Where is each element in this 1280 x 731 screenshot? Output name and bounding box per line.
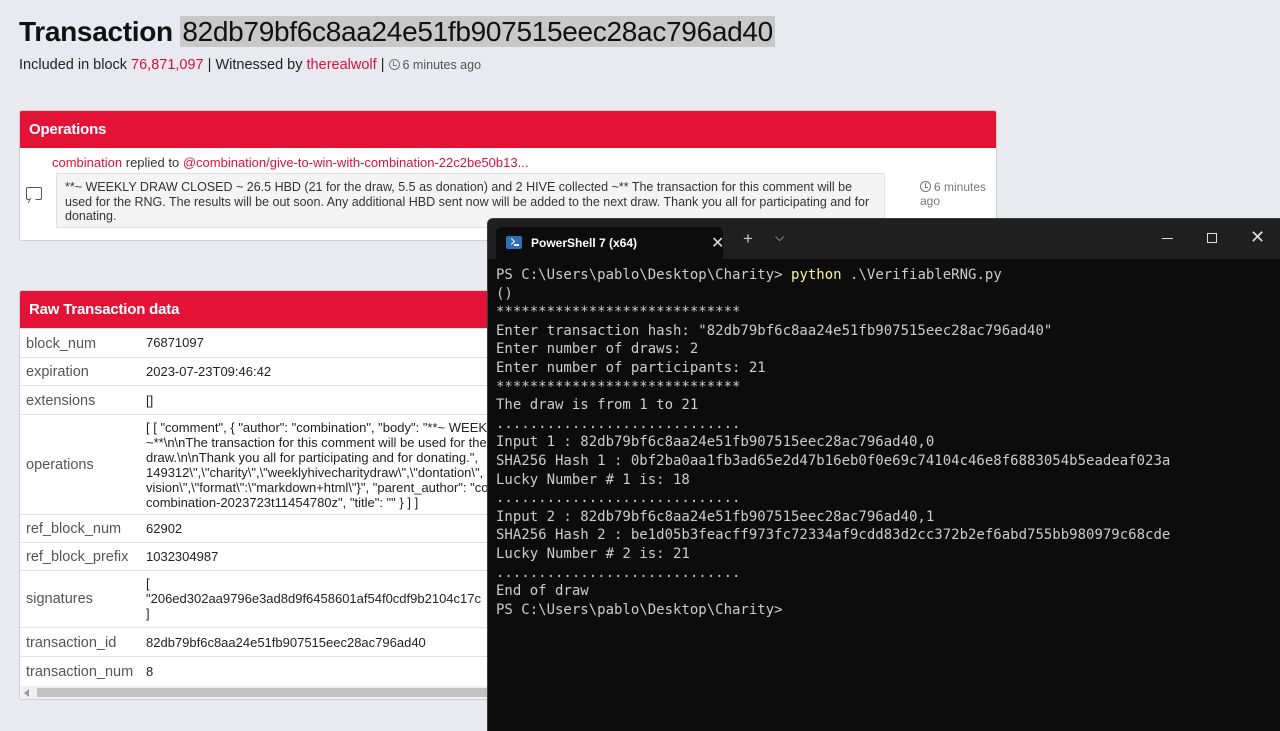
- raw-key: expiration: [26, 364, 89, 380]
- raw-value: [ [ "comment", { "author": "combination"…: [146, 420, 545, 435]
- terminal-output[interactable]: PS C:\Users\pablo\Desktop\Charity> pytho…: [496, 266, 1170, 619]
- operation-summary: combination replied to @combination/give…: [52, 155, 528, 170]
- operation-time-line1: 6 minutes: [934, 180, 987, 194]
- output-line: SHA256 Hash 1 : 0bf2ba0aa1fb3ad65e2d47b1…: [496, 452, 1171, 469]
- output-line: .............................: [496, 564, 741, 581]
- raw-value: vision\",\"format\":\"markdown+html\"}",…: [146, 480, 489, 495]
- tab-title: PowerShell 7 (x64): [531, 236, 638, 250]
- raw-value: 76871097: [146, 335, 204, 350]
- time-ago: 6 minutes ago: [402, 58, 482, 72]
- timestamp: 6 minutes ago: [388, 58, 482, 72]
- operations-header: Operations: [20, 111, 996, 148]
- scroll-thumb[interactable]: [37, 688, 507, 697]
- raw-key: transaction_id: [26, 635, 117, 651]
- raw-value: 62902: [146, 521, 183, 536]
- output-line: .............................: [496, 490, 741, 507]
- final-prompt: PS C:\Users\pablo\Desktop\Charity>: [496, 601, 783, 618]
- close-window-icon[interactable]: ✕: [1250, 227, 1265, 248]
- witnessed-label: | Witnessed by: [207, 57, 303, 73]
- raw-value: []: [146, 393, 154, 408]
- scroll-left-icon[interactable]: [24, 689, 29, 697]
- output-line: .............................: [496, 415, 741, 432]
- transaction-hash[interactable]: 82db79bf6c8aa24e51fb907515eec28ac796ad40: [180, 16, 775, 47]
- tab-close-icon[interactable]: ✕: [711, 233, 724, 253]
- block-link[interactable]: 76,871,097: [131, 57, 204, 73]
- output-line: Input 2 : 82db79bf6c8aa24e51fb907515eec2…: [496, 508, 935, 525]
- output-line: (): [496, 285, 513, 302]
- new-tab-icon[interactable]: +: [743, 229, 753, 249]
- meta-separator: |: [380, 57, 385, 73]
- raw-value: "206ed302aa9796e3ad8d9f6458601af54f0cdf9…: [146, 591, 481, 606]
- output-line: Enter transaction hash: "82db79bf6c8aa24…: [496, 322, 1053, 339]
- page-title: Transaction 82db79bf6c8aa24e51fb907515ee…: [19, 16, 775, 48]
- powershell-icon: [506, 236, 522, 249]
- included-label: Included in block: [19, 57, 128, 73]
- output-line: *****************************: [496, 378, 741, 395]
- raw-value: combination-2023723t11454780z", "title":…: [146, 495, 419, 510]
- terminal-title-bar: PowerShell 7 (x64) ✕ + ⌵ ✕: [488, 219, 1280, 259]
- raw-value: 82db79bf6c8aa24e51fb907515eec28ac796ad40: [146, 635, 426, 650]
- prompt: PS C:\Users\pablo\Desktop\Charity>: [496, 267, 783, 283]
- raw-key: ref_block_prefix: [26, 549, 129, 565]
- clock-icon: [388, 59, 400, 70]
- terminal-window[interactable]: PowerShell 7 (x64) ✕ + ⌵ ✕ PS C:\Users\p…: [487, 218, 1280, 731]
- raw-key: ref_block_num: [26, 521, 122, 537]
- output-line: Lucky Number # 1 is: 18: [496, 471, 690, 488]
- output-line: Enter number of participants: 21: [496, 359, 766, 376]
- maximize-icon[interactable]: [1207, 233, 1217, 243]
- output-line: Lucky Number # 2 is: 21: [496, 545, 690, 562]
- raw-key: signatures: [26, 591, 93, 607]
- raw-value: [: [146, 576, 150, 591]
- output-line: Input 1 : 82db79bf6c8aa24e51fb907515eec2…: [496, 434, 935, 451]
- raw-key: transaction_num: [26, 664, 134, 680]
- command: python: [791, 267, 842, 283]
- operation-time: 6 minutes ago: [920, 180, 990, 208]
- output-line: The draw is from 1 to 21: [496, 397, 699, 414]
- author-link[interactable]: combination: [52, 155, 122, 170]
- output-line: *****************************: [496, 304, 741, 321]
- raw-key: operations: [26, 457, 94, 473]
- command-arg: .\VerifiableRNG.py: [850, 267, 1002, 283]
- title-prefix: Transaction: [19, 16, 173, 47]
- chevron-down-icon[interactable]: ⌵: [775, 230, 784, 245]
- operation-time-line2: ago: [920, 194, 941, 208]
- raw-value: draw.\n\nThank you all for participating…: [146, 450, 478, 465]
- terminal-tab[interactable]: PowerShell 7 (x64) ✕: [496, 227, 724, 259]
- output-line: Enter number of draws: 2: [496, 341, 699, 358]
- raw-value: 1032304987: [146, 549, 219, 564]
- raw-value: 149312\",\"charity\",\"weeklyhivecharity…: [146, 465, 484, 480]
- output-line: End of draw: [496, 583, 589, 600]
- raw-key: block_num: [26, 336, 97, 352]
- replied-to-label: replied to: [125, 155, 180, 170]
- comment-icon: [26, 187, 42, 200]
- raw-key: extensions: [26, 393, 96, 409]
- output-line: SHA256 Hash 2 : be1d05b3feacff973fc72334…: [496, 527, 1171, 544]
- transaction-meta: Included in block 76,871,097 | Witnessed…: [19, 57, 481, 73]
- raw-value: 8: [146, 664, 154, 679]
- raw-value: 2023-07-23T09:46:42: [146, 364, 272, 379]
- witness-link[interactable]: therealwolf: [307, 57, 377, 73]
- raw-value: ]: [146, 606, 150, 621]
- minimize-icon[interactable]: [1162, 238, 1173, 239]
- raw-value: ~**\n\nThe transaction for this comment …: [146, 435, 487, 450]
- clock-icon: [920, 181, 931, 192]
- reply-target-link[interactable]: @combination/give-to-win-with-combinatio…: [183, 155, 529, 170]
